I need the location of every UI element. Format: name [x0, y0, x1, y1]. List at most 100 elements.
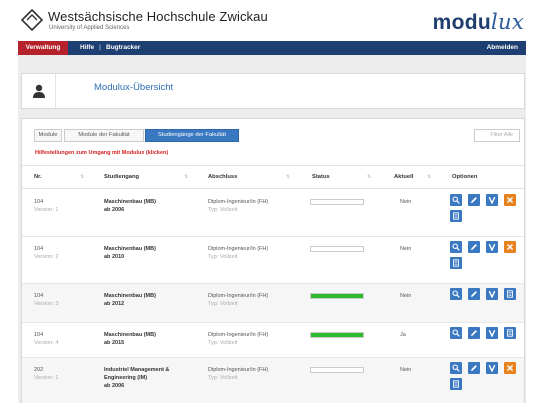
tab-module[interactable]: Module [34, 129, 62, 142]
row-version: Version: 1 [34, 375, 59, 381]
copy-button[interactable] [504, 288, 516, 300]
view-button[interactable] [450, 241, 462, 253]
v-icon [488, 285, 496, 303]
magnifier-icon [452, 324, 460, 342]
column-header-abschluss[interactable]: Abschluss [208, 174, 237, 180]
row-type: Typ: Vollzeit [208, 375, 238, 381]
pencil-icon [470, 238, 478, 256]
column-header-aktuell[interactable]: Aktuell [394, 174, 413, 180]
close-icon [506, 191, 514, 209]
row-nr: 104 [34, 332, 44, 338]
pencil-icon [470, 191, 478, 209]
edit-button[interactable] [468, 362, 480, 374]
row-program-since: ab 2015 [104, 340, 125, 346]
row-version: Version: 2 [34, 254, 59, 260]
row-program: Maschinenbau (MB) [104, 199, 156, 205]
row-current: Nein [400, 293, 412, 299]
row-current: Nein [400, 367, 412, 373]
sort-icon[interactable]: ⇅ [80, 174, 84, 180]
delete-button[interactable] [504, 241, 516, 253]
copy-button[interactable] [450, 257, 462, 269]
overview-card: Modulux-Übersicht [21, 73, 525, 109]
user-icon [33, 84, 45, 98]
help-hint-link[interactable]: Hilfestellungen zum Umgang mit Modulux (… [35, 150, 168, 156]
document-icon [506, 324, 514, 342]
column-header-nr[interactable]: Nr. [34, 174, 42, 180]
v-icon [488, 359, 496, 377]
row-degree: Diplom-Ingenieur/in (FH) [208, 199, 269, 205]
row-program: Maschinenbau (MB) [104, 246, 156, 252]
version-button[interactable] [486, 362, 498, 374]
row-degree: Diplom-Ingenieur/in (FH) [208, 332, 269, 338]
delete-button[interactable] [504, 362, 516, 374]
row-nr: 202 [34, 367, 44, 373]
logout-link[interactable]: Abmelden [487, 41, 518, 55]
copy-button[interactable] [504, 327, 516, 339]
sort-icon[interactable]: ⇅ [286, 174, 290, 180]
table-row: 202 Version: 1 Industriel Management & Engi… [22, 358, 524, 403]
tab-studiengaenge-fakultaet[interactable]: Studiengänge der Fakultät [145, 129, 239, 142]
row-version: Version: 1 [34, 207, 59, 213]
version-button[interactable] [486, 241, 498, 253]
nav-separator: | [99, 44, 101, 51]
university-name: Westsächsische Hochschule Zwickau [48, 9, 268, 24]
page-title: Modulux-Übersicht [94, 82, 174, 93]
close-icon [506, 238, 514, 256]
edit-button[interactable] [468, 327, 480, 339]
table-row: 104 Version: 4 Maschinenbau (MB) ab 2015 Dip… [22, 323, 524, 358]
row-program-since: ab 2010 [104, 254, 125, 260]
status-progress-bar [310, 367, 364, 373]
row-program-since: ab 2006 [104, 207, 125, 213]
app-header: Westsächsische Hochschule Zwickau Univer… [0, 0, 544, 41]
view-button[interactable] [450, 288, 462, 300]
row-program: Maschinenbau (MB) [104, 293, 156, 299]
document-icon [452, 207, 460, 225]
sort-icon[interactable]: ⇅ [427, 174, 431, 180]
row-program: Maschinenbau (MB) [104, 332, 156, 338]
column-header-status[interactable]: Status [312, 174, 330, 180]
sort-icon[interactable]: ⇅ [184, 174, 188, 180]
diamond-logo-icon[interactable] [20, 8, 44, 32]
row-degree: Diplom-Ingenieur/in (FH) [208, 246, 269, 252]
row-current: Nein [400, 199, 412, 205]
version-button[interactable] [486, 327, 498, 339]
nav-item-verwaltung[interactable]: Verwaltung [18, 41, 68, 55]
row-type: Typ: Vollzeit [208, 340, 238, 346]
view-button[interactable] [450, 362, 462, 374]
close-icon [506, 359, 514, 377]
table-header: Nr. ⇅ Studiengang ⇅ Abschluss ⇅ Status ⇅… [22, 165, 524, 189]
pencil-icon [470, 359, 478, 377]
v-icon [488, 238, 496, 256]
edit-button[interactable] [468, 241, 480, 253]
tab-module-fakultaet[interactable]: Module der Fakultät [64, 129, 144, 142]
view-button[interactable] [450, 194, 462, 206]
row-degree: Diplom-Ingenieur/in (FH) [208, 367, 269, 373]
status-progress-fill [311, 294, 363, 298]
copy-button[interactable] [450, 378, 462, 390]
row-version: Version: 4 [34, 340, 59, 346]
pencil-icon [470, 324, 478, 342]
modulux-brand[interactable]: modulux [433, 10, 524, 35]
nav-item-bugtracker[interactable]: Bugtracker [106, 41, 140, 55]
copy-button[interactable] [450, 210, 462, 222]
filter-input[interactable]: Filter Alle [474, 129, 520, 142]
column-header-studiengang[interactable]: Studiengang [104, 174, 139, 180]
overview-icon-box [22, 74, 56, 108]
main-nav: Verwaltung Hilfe | Bugtracker Abmelden [18, 41, 526, 55]
sort-icon[interactable]: ⇅ [367, 174, 371, 180]
row-program-line3: ab 2006 [104, 383, 125, 389]
version-button[interactable] [486, 194, 498, 206]
status-progress-fill [311, 333, 363, 337]
row-current: Ja [400, 332, 406, 338]
program-table-card: Module Module der Fakultät Studiengänge … [21, 118, 525, 403]
document-icon [452, 375, 460, 393]
brand-main: modu [432, 11, 491, 34]
row-program: Industriel Management & [104, 367, 170, 373]
nav-item-hilfe[interactable]: Hilfe [80, 41, 94, 55]
view-button[interactable] [450, 327, 462, 339]
delete-button[interactable] [504, 194, 516, 206]
version-button[interactable] [486, 288, 498, 300]
magnifier-icon [452, 285, 460, 303]
edit-button[interactable] [468, 194, 480, 206]
edit-button[interactable] [468, 288, 480, 300]
